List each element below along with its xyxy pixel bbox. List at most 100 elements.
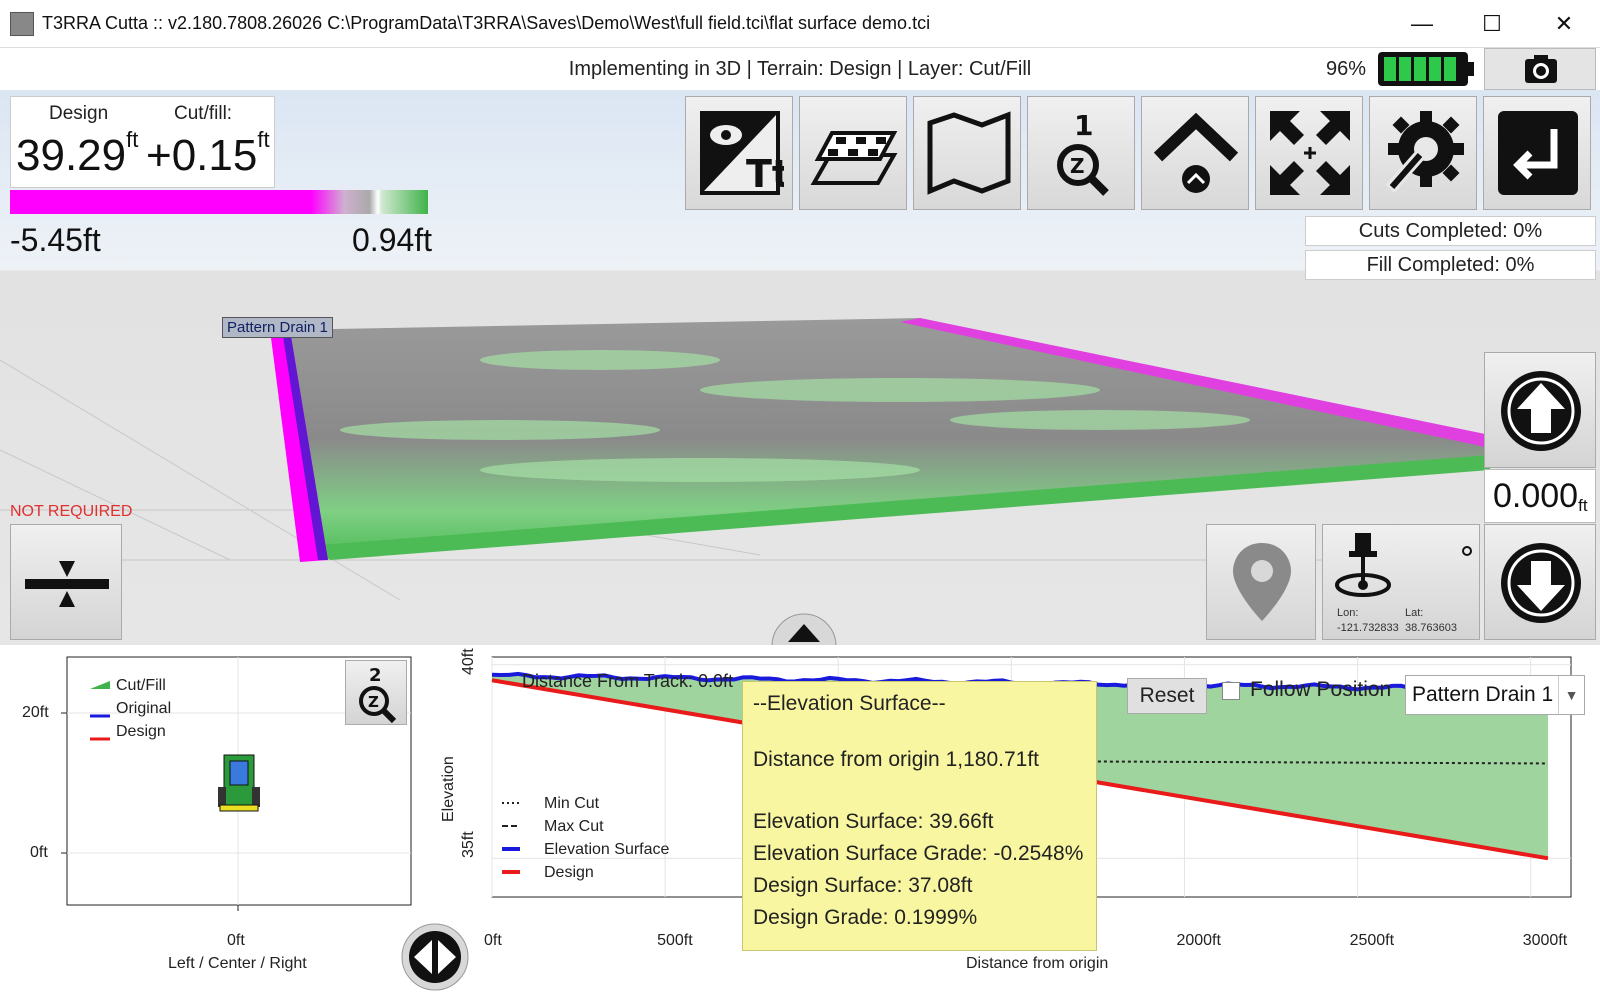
layers-button[interactable] [799,96,907,210]
pattern-drain-label[interactable]: Pattern Drain 1 [222,317,333,338]
level-button[interactable] [10,524,122,640]
map-pin-icon [1233,543,1291,621]
cuts-completed: Cuts Completed: 0% [1305,216,1596,246]
svg-text:2: 2 [369,665,382,686]
reset-button[interactable]: Reset [1127,678,1207,714]
cutfill-label: Cut/fill: [174,103,233,124]
swap-view-button[interactable] [400,922,470,991]
design-value: 39.29ft [16,127,139,180]
arrow-down-icon [1501,543,1581,623]
camera-icon [1525,55,1557,83]
tooltip-distance: Distance from origin 1,180.71ft [753,748,1039,771]
svg-text:Tt: Tt [746,152,784,196]
offset-value[interactable]: 0.000ft [1484,469,1596,523]
tooltip-elev-surface: Elevation Surface: 39.66ft [753,810,994,833]
legend-max-cut: Max Cut [544,818,604,835]
gps-position-button[interactable]: Lon: -121.732833 Lat: 38.763603 [1322,524,1480,640]
gps-antenna-icon [1335,533,1472,597]
cs-y-tick-0: 0ft [30,844,48,861]
svg-text:1: 1 [1074,109,1093,142]
zoom-2-button[interactable]: 2 Z [345,660,407,725]
tooltip-elev-grade: Elevation Surface Grade: -0.2548% [753,842,1084,865]
cs-x-label: Left / Center / Right [168,955,307,972]
fill-completed: Fill Completed: 0% [1305,250,1596,280]
profile-x-tick: 3000ft [1522,932,1568,949]
level-icon [25,561,109,607]
follow-position-checkbox[interactable] [1222,682,1240,700]
exit-icon [1498,111,1578,195]
app-icon [10,12,34,36]
tooltip-heading: --Elevation Surface-- [753,692,946,715]
drain-select[interactable]: Pattern Drain 1 ▼ [1405,675,1585,715]
profile-x-tick: 0ft [484,932,502,949]
zoom-1-button[interactable]: 1 Z [1027,96,1135,210]
window-title: T3RRA Cutta :: v2.180.7808.26026 C:\Prog… [42,13,931,33]
elevation-tooltip: --Elevation Surface-- Distance from orig… [742,681,1097,951]
minimize-button[interactable]: — [1402,8,1442,40]
exit-button[interactable] [1483,96,1591,210]
legend-design: Design [544,864,594,881]
map-icon [927,111,1011,195]
follow-position-label: Follow Position [1250,678,1392,701]
close-button[interactable]: ✕ [1544,8,1584,40]
scale-min: -5.45ft [10,222,101,258]
tooltip-design-grade: Design Grade: 0.1999% [753,906,978,929]
lower-offset-button[interactable] [1484,524,1596,640]
chevron-down-icon: ▼ [1558,676,1584,714]
maximize-button[interactable]: ☐ [1472,8,1512,40]
profile-y-label: Elevation [440,756,457,822]
tooltip-design-surface: Design Surface: 37.08ft [753,874,973,897]
lat-value: 38.763603 [1405,622,1457,634]
map-button[interactable] [913,96,1021,210]
zoom-2-icon: 2 Z [359,665,397,724]
layers-icon [810,131,898,185]
cs-y-tick-20: 20ft [22,704,49,721]
zoom-1-icon: 1 Z [1057,109,1109,196]
cs-legend-original: Original [116,700,172,717]
battery-percent: 96% [1326,58,1367,80]
location-button[interactable] [1206,524,1316,640]
center-up-button[interactable] [1141,96,1249,210]
settings-icon [1385,111,1464,193]
profile-x-tick: 500ft [657,932,693,949]
design-label: Design [49,103,109,124]
profile-y-tick-35: 35ft [460,831,477,858]
svg-text:Z: Z [368,693,379,711]
cs-legend-design: Design [116,723,166,740]
fit-extents-icon [1270,111,1350,195]
chevron-up-icon [771,613,837,647]
scale-max: 0.94ft [352,222,433,258]
profile-x-tick: 2500ft [1349,932,1395,949]
legend-min-cut: Min Cut [544,795,600,812]
cs-x-tick-0: 0ft [227,932,245,949]
expand-panel-button[interactable] [770,612,838,647]
design-readout: Design Cut/fill: 39.29ft +0.15ft [10,96,275,188]
lon-label: Lon: [1337,607,1359,619]
status-bar: Implementing in 3D | Terrain: Design | L… [0,48,1600,90]
profile-y-tick-40: 40ft [460,648,477,675]
cs-legend-cutfill: Cut/Fill [116,677,166,694]
cutfill-value: +0.15ft [146,127,270,180]
lat-label: Lat: [1405,607,1424,619]
drain-select-value: Pattern Drain 1 [1412,683,1554,706]
battery-icon [1378,52,1474,86]
profile-x-tick: 2000ft [1176,932,1221,949]
lon-value: -121.732833 [1337,622,1399,634]
fit-extents-button[interactable] [1255,96,1363,210]
not-required-label: NOT REQUIRED [10,503,133,520]
raise-offset-button[interactable] [1484,352,1596,468]
cutfill-color-scale [10,190,428,214]
settings-button[interactable] [1369,96,1477,210]
title-bar: T3RRA Cutta :: v2.180.7808.26026 C:\Prog… [0,0,1600,48]
svg-text:Z: Z [1070,154,1085,178]
view-labels-icon: Tt [700,111,784,196]
legend-elevation-surface: Elevation Surface [544,841,670,858]
profile-x-label: Distance from origin [966,955,1109,972]
arrow-up-icon [1501,371,1581,451]
profile-title: Distance From Track: 0.0ft [522,671,734,691]
tractor-icon [218,754,260,812]
left-right-arrows-icon [401,923,469,991]
screenshot-button[interactable] [1484,48,1596,90]
view-labels-button[interactable]: Tt [685,96,793,210]
center-up-icon [1153,112,1239,193]
